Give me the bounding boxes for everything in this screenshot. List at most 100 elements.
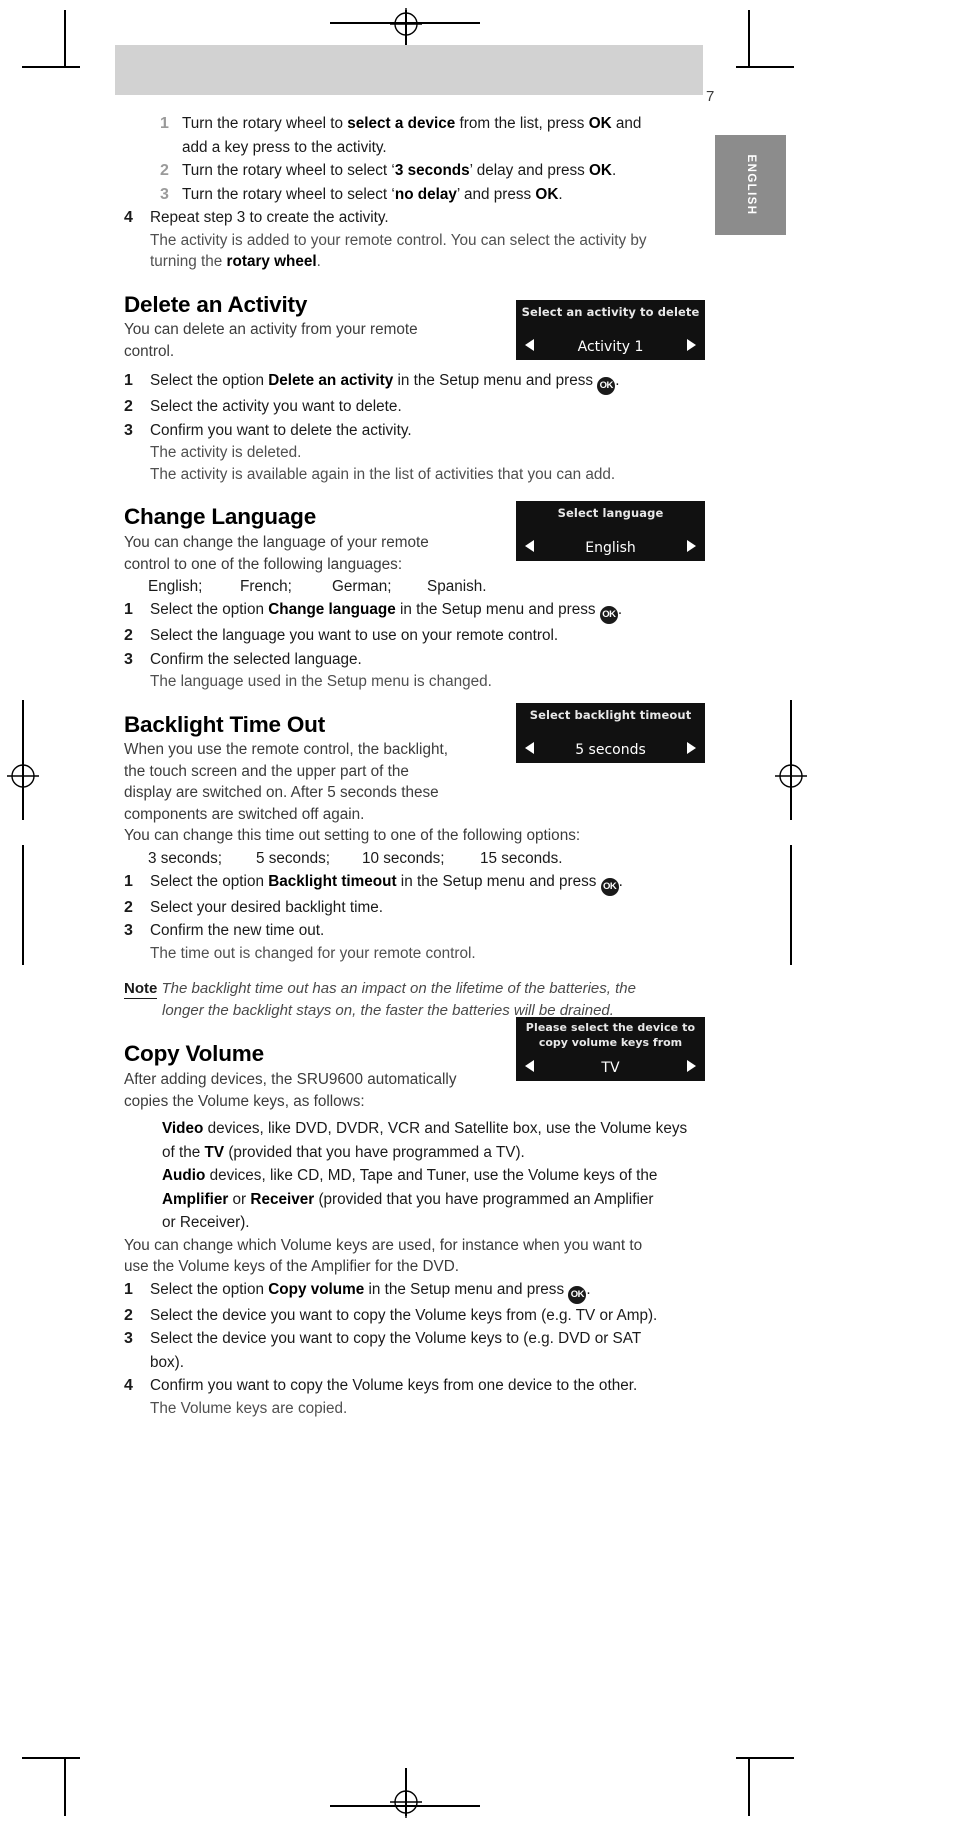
- ok-button-icon: OK: [568, 1285, 587, 1304]
- ok-button-icon: OK: [599, 606, 618, 624]
- step-item: 2 Select your desired backlight time.: [124, 896, 709, 920]
- section-intro: You can delete an activity from your rem…: [124, 321, 418, 360]
- step-number: 3: [124, 1330, 133, 1347]
- step-text: Turn the rotary wheel to select ‘3 secon…: [182, 162, 617, 179]
- copy-rule-audio-cont: Amplifier or Receiver (provided that you…: [162, 1190, 654, 1208]
- step-text: Confirm you want to copy the Volume keys…: [150, 1377, 638, 1394]
- step-number: 2: [124, 398, 133, 416]
- step-number: 2: [124, 627, 133, 644]
- language-tab: ENGLISH: [715, 135, 786, 235]
- step-number: 1: [124, 872, 133, 890]
- step-item: 3 Confirm you want to delete the activit…: [124, 419, 709, 443]
- step-number: 3: [124, 922, 133, 940]
- crop-mark-bottom-right-h: [736, 1757, 794, 1759]
- registration-mark-top: [390, 8, 422, 40]
- step-item: 1 Turn the rotary wheel to select a devi…: [160, 112, 709, 159]
- step-item: 3 Select the device you want to copy the…: [124, 1327, 709, 1374]
- step-text: Confirm the new time out.: [150, 922, 325, 940]
- note-block-line2: longer the backlight stays on, the faste…: [162, 1002, 614, 1020]
- registration-mark-bottom: [390, 1786, 422, 1818]
- step-number: 1: [124, 372, 133, 390]
- backlight-options: 3 seconds; 5 seconds; 10 seconds; 15 second…: [148, 847, 709, 870]
- step-number: 2: [124, 1306, 133, 1324]
- step-note: The activity is added to your remote con…: [150, 231, 647, 249]
- section-intro: When you use the remote control, the bac…: [124, 741, 581, 845]
- step-number: 3: [124, 421, 133, 439]
- step-number: 1: [160, 115, 169, 132]
- step-number: 2: [124, 898, 133, 916]
- step-note: turning the rotary wheel.: [150, 253, 321, 270]
- step-number: 3: [160, 185, 169, 203]
- section-heading-change-language: Change Language: [124, 504, 317, 530]
- crop-mark-top-right-h: [736, 66, 794, 68]
- crop-mark-bottom-left-h: [22, 1757, 80, 1759]
- option-item: 5 seconds;: [256, 849, 330, 867]
- crop-mark-top-right-v: [748, 10, 750, 68]
- registration-mark-right: [775, 760, 807, 792]
- step-text: Select the device you want to copy the V…: [150, 1306, 658, 1324]
- step-number: 2: [160, 162, 169, 179]
- step-text: Select the activity you want to delete.: [150, 398, 402, 416]
- step-number: 3: [124, 650, 133, 668]
- step-text: Turn the rotary wheel to select a device…: [182, 115, 642, 156]
- step-text: Turn the rotary wheel to select ‘no dela…: [182, 185, 563, 203]
- copy-rule-audio-cont2: or Receiver).: [162, 1214, 250, 1231]
- copy-rule-video-cont: of the TV (provided that you have progra…: [162, 1143, 525, 1161]
- option-item: French;: [240, 578, 292, 595]
- section-heading-delete-activity: Delete an Activity: [124, 291, 308, 317]
- step-text: Select the option Copy volume in the Set…: [150, 1278, 709, 1304]
- page-content: 1 Turn the rotary wheel to select a devi…: [124, 112, 709, 1419]
- step-note: The Volume keys are copied.: [150, 1399, 348, 1417]
- crop-mark-bottom-right-v: [748, 1758, 750, 1816]
- ok-button-icon: OK: [600, 877, 619, 896]
- step-note: The time out is changed for your remote …: [150, 944, 476, 962]
- language-options: English; French; German; Spanish.: [148, 575, 709, 598]
- crop-mark-right-mid2: [790, 845, 792, 965]
- step-item: 1 Select the option Change language in t…: [124, 598, 709, 624]
- step-item: 1 Select the option Backlight timeout in…: [124, 870, 709, 896]
- section-heading-backlight-timeout: Backlight Time Out: [124, 711, 326, 737]
- step-item: 3 Turn the rotary wheel to select ‘no de…: [160, 183, 709, 207]
- step-item: 3 Confirm the new time out.: [124, 919, 709, 943]
- top-steps-list: 1 Turn the rotary wheel to select a devi…: [124, 112, 709, 273]
- registration-mark-left: [7, 760, 39, 792]
- step-item: 4 Confirm you want to copy the Volume ke…: [124, 1374, 709, 1398]
- step-number: 4: [124, 209, 133, 226]
- section-intro: After adding devices, the SRU9600 automa…: [124, 1071, 457, 1110]
- step-note: The language used in the Setup menu is c…: [150, 673, 492, 690]
- step-text: Select the option Backlight timeout in t…: [150, 870, 709, 896]
- step-text: Select the option Change language in the…: [150, 598, 709, 624]
- language-tab-label: ENGLISH: [744, 154, 757, 216]
- copy-rule-audio: Audio devices, like CD, MD, Tape and Tun…: [162, 1167, 658, 1184]
- option-item: 15 seconds.: [480, 849, 563, 867]
- option-item: 3 seconds;: [148, 849, 222, 867]
- step-item: 4 Repeat step 3 to create the activity.: [124, 206, 709, 230]
- option-item: 10 seconds;: [362, 849, 445, 867]
- step-text: Select the device you want to copy the V…: [150, 1330, 642, 1371]
- step-number: 1: [124, 1280, 133, 1298]
- step-number: 1: [124, 601, 133, 618]
- step-item: 2 Select the language you want to use on…: [124, 624, 709, 648]
- crop-mark-top-left-h: [22, 66, 80, 68]
- step-text: Confirm you want to delete the activity.: [150, 421, 412, 439]
- option-item: Spanish.: [427, 578, 487, 595]
- page-number: 7: [706, 88, 715, 105]
- step-number: 4: [124, 1377, 133, 1394]
- step-note: The activity is available again in the l…: [150, 465, 616, 483]
- step-item: 2 Select the device you want to copy the…: [124, 1304, 709, 1328]
- section-heading-copy-volume: Copy Volume: [124, 1041, 264, 1067]
- step-text: Select your desired backlight time.: [150, 898, 383, 916]
- copy-rule-video: Video devices, like DVD, DVDR, VCR and S…: [162, 1120, 688, 1137]
- step-text: Repeat step 3 to create the activity.: [150, 209, 389, 226]
- step-item: 2 Turn the rotary wheel to select ‘3 sec…: [160, 159, 709, 183]
- option-item: English;: [148, 578, 203, 595]
- step-item: 1 Select the option Copy volume in the S…: [124, 1278, 709, 1304]
- option-item: German;: [332, 578, 392, 595]
- step-item: 3 Confirm the selected language.: [124, 648, 709, 672]
- copy-volume-paragraph: You can change which Volume keys are use…: [124, 1236, 643, 1276]
- section-intro: You can change the language of your remo…: [124, 534, 429, 573]
- step-text: Select the language you want to use on y…: [150, 627, 559, 644]
- note-block: Note The backlight time out has an impac…: [124, 980, 636, 1000]
- crop-mark-top-left-v: [64, 10, 66, 68]
- step-note: The activity is deleted.: [150, 444, 302, 462]
